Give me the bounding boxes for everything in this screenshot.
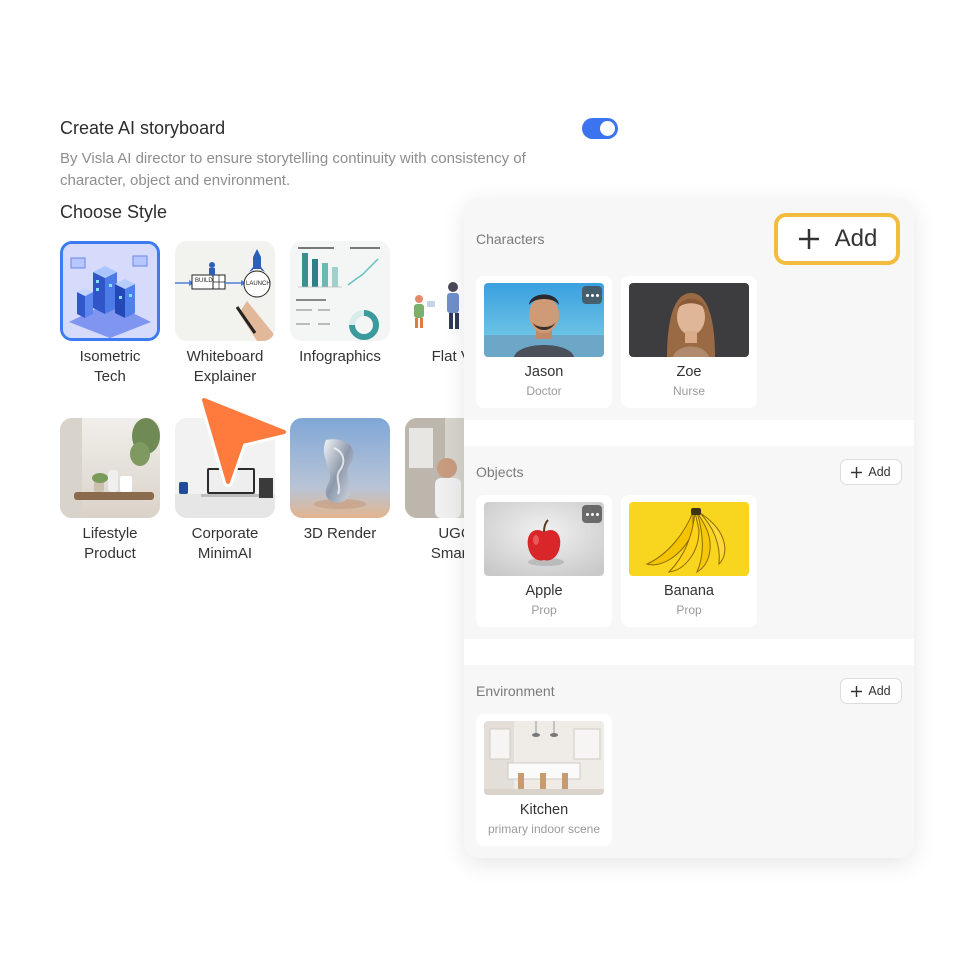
- object-card-banana[interactable]: Banana Prop: [621, 495, 757, 627]
- add-object-label: Add: [868, 465, 891, 479]
- jason-more-options-icon[interactable]: [582, 286, 602, 304]
- character-role: Doctor: [526, 384, 562, 398]
- storyboard-assets-panel: Characters Add Jason Doctor Zoe Nurse Ob…: [464, 198, 914, 858]
- character-name: Jason: [524, 364, 564, 380]
- build-text: BUILD: [195, 278, 213, 284]
- add-object-button[interactable]: Add: [840, 459, 902, 485]
- style-whiteboard-explainer[interactable]: BUILD LAUNCH Whiteboard Explainer: [175, 241, 275, 387]
- style-label: Whiteboard Explainer: [186, 348, 264, 385]
- zoe-photo: [629, 283, 749, 357]
- environment-name: Kitchen: [519, 802, 569, 818]
- kitchen-photo: [484, 721, 604, 795]
- add-character-label: Add: [834, 225, 878, 252]
- object-role: Prop: [676, 603, 702, 617]
- add-character-button[interactable]: Add: [774, 213, 900, 265]
- banana-photo: [629, 502, 749, 576]
- object-name: Banana: [664, 583, 714, 599]
- style-label: Isometric Tech: [79, 348, 141, 385]
- storyboard-description: By Visla AI director to ensure storytell…: [60, 150, 526, 189]
- toggle-knob: [600, 121, 615, 136]
- pointer-cursor-icon: [199, 398, 289, 487]
- isometric-tech-thumbnail: [60, 241, 160, 341]
- whiteboard-explainer-thumbnail: BUILD LAUNCH: [175, 241, 275, 341]
- character-card-jason[interactable]: Jason Doctor: [476, 276, 612, 408]
- launch-text: LAUNCH: [246, 281, 271, 287]
- style-isometric-tech[interactable]: Isometric Tech: [60, 241, 160, 387]
- characters-label: Characters: [476, 231, 545, 247]
- style-label: Infographics: [299, 348, 381, 365]
- style-infographics[interactable]: Infographics: [290, 241, 390, 367]
- infographics-thumbnail: [290, 241, 390, 341]
- choose-style-heading: Choose Style: [60, 202, 168, 222]
- section-divider: [464, 639, 914, 665]
- storyboard-toggle[interactable]: [582, 118, 618, 139]
- plus-icon: [851, 466, 863, 478]
- storyboard-title: Create AI storyboard: [60, 118, 226, 138]
- environment-label: Environment: [476, 683, 555, 699]
- character-role: Nurse: [672, 384, 705, 398]
- environment-card-kitchen[interactable]: Kitchen primary indoor scene: [476, 714, 612, 846]
- plus-icon: [798, 229, 819, 249]
- character-name: Zoe: [676, 364, 702, 380]
- style-3d-render[interactable]: 3D Render: [290, 418, 390, 544]
- apple-more-options-icon[interactable]: [582, 505, 602, 523]
- object-name: Apple: [525, 583, 563, 599]
- style-label: Corporate MinimAI: [191, 525, 259, 562]
- section-divider: [464, 420, 914, 446]
- style-lifestyle-product[interactable]: Lifestyle Product: [60, 418, 160, 564]
- character-card-zoe[interactable]: Zoe Nurse: [621, 276, 757, 408]
- lifestyle-product-thumbnail: [60, 418, 160, 518]
- object-card-apple[interactable]: Apple Prop: [476, 495, 612, 627]
- 3d-render-thumbnail: [290, 418, 390, 518]
- style-label: 3D Render: [303, 525, 377, 542]
- plus-icon: [851, 685, 863, 697]
- style-label: Lifestyle Product: [82, 525, 138, 562]
- add-environment-label: Add: [868, 684, 891, 698]
- object-role: Prop: [531, 603, 557, 617]
- objects-label: Objects: [476, 464, 524, 480]
- environment-role: primary indoor scene: [487, 822, 601, 836]
- add-environment-button[interactable]: Add: [840, 678, 902, 704]
